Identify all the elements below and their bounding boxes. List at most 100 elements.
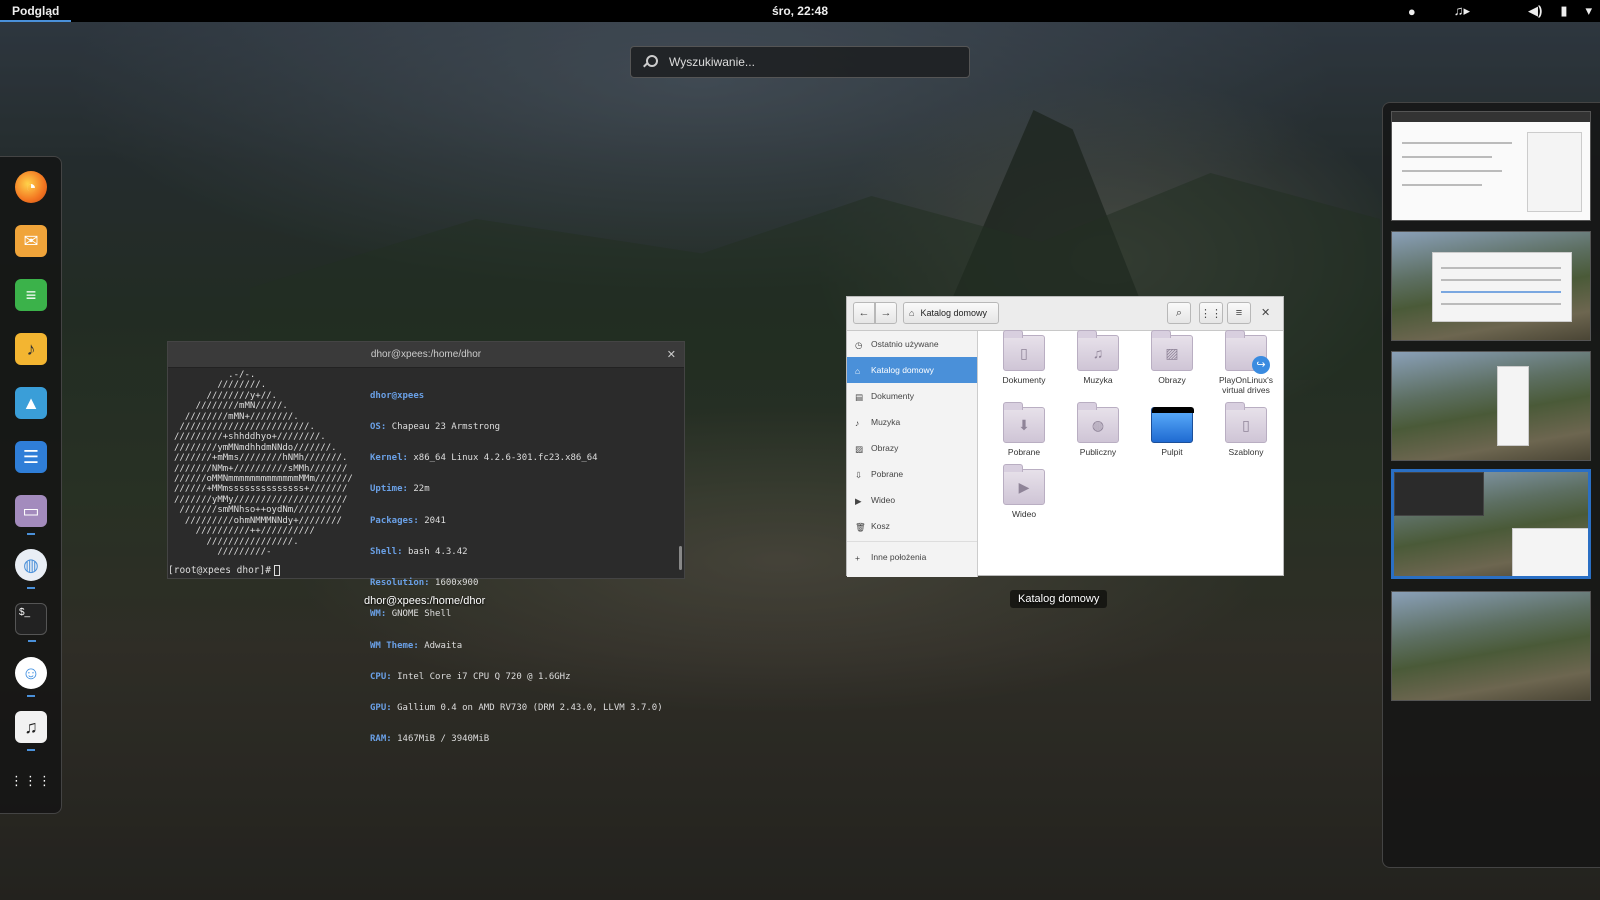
sidebar-item-videos[interactable]: ▶ Wideo bbox=[847, 487, 977, 513]
music-note-icon[interactable]: ♪ bbox=[15, 333, 47, 365]
workspace-thumbnail[interactable] bbox=[1391, 231, 1591, 341]
shell-prompt[interactable]: [root@xpees dhor]# bbox=[168, 565, 280, 576]
clock-icon: ◷ bbox=[855, 339, 863, 350]
workspace-thumbnail-active[interactable] bbox=[1391, 469, 1591, 579]
terminal-icon[interactable]: $_ bbox=[15, 603, 47, 642]
back-button[interactable]: ← bbox=[853, 302, 875, 324]
terminal-titlebar[interactable]: dhor@xpees:/home/dhor ✕ bbox=[168, 342, 684, 368]
sidebar-item-label: Wideo bbox=[871, 495, 896, 505]
running-indicator bbox=[27, 533, 35, 535]
sidebar-item-music[interactable]: ♪ Muzyka bbox=[847, 409, 977, 435]
folder-templates-icon: ▯ bbox=[1225, 402, 1267, 443]
terminal-content[interactable]: .-/-. ////////. ////////y+//. ////////mM… bbox=[168, 368, 684, 744]
close-icon[interactable]: ✕ bbox=[667, 348, 676, 361]
mail-icon[interactable]: ✉ bbox=[15, 225, 47, 257]
sidebar-item-label: Muzyka bbox=[871, 417, 901, 427]
close-icon[interactable]: ✕ bbox=[1261, 306, 1270, 319]
chat-smiley-icon[interactable]: ☺ bbox=[15, 657, 47, 697]
file-item[interactable]: ↪ PlayOnLinux's virtual drives bbox=[1213, 330, 1279, 395]
sidebar-item-label: Inne położenia bbox=[871, 552, 927, 562]
running-indicator bbox=[28, 640, 36, 642]
workspace-thumbnail[interactable] bbox=[1391, 351, 1591, 461]
search-button[interactable]: ⌕ bbox=[1167, 302, 1191, 324]
sidebar-item-documents[interactable]: ▤ Dokumenty bbox=[847, 383, 977, 409]
search-input[interactable]: Wyszukiwanie... bbox=[630, 46, 970, 78]
location-button[interactable]: ⌂ Katalog domowy bbox=[903, 302, 999, 324]
window-thumbnail bbox=[1432, 252, 1572, 322]
screenfetch-info: dhor@xpees OS: Chapeau 23 Armstrong Kern… bbox=[370, 370, 663, 765]
folder-documents-icon: ▯ bbox=[1003, 330, 1045, 371]
grid-view-button[interactable]: ⋮⋮ bbox=[1199, 302, 1223, 324]
folder-download-icon: ⬇ bbox=[1003, 402, 1045, 443]
info-value: 2041 bbox=[424, 515, 446, 526]
file-item[interactable]: ⬇ Pobrane bbox=[991, 402, 1057, 457]
workspace-thumbnail[interactable] bbox=[1391, 111, 1591, 221]
chevron-down-icon[interactable]: ▾ bbox=[1585, 3, 1592, 19]
app-grid-icon[interactable]: ⋮⋮⋮ bbox=[10, 765, 51, 797]
info-value: 1600x900 bbox=[435, 578, 479, 589]
info-value: Intel Core i7 CPU Q 720 @ 1.6GHz bbox=[397, 671, 571, 682]
file-item[interactable]: ◍ Publiczny bbox=[1065, 402, 1131, 457]
info-value: Gallium 0.4 on AMD RV730 (DRM 2.43.0, LL… bbox=[397, 703, 663, 713]
battery-icon[interactable]: ▮ bbox=[1560, 3, 1567, 19]
sidebar-separator bbox=[847, 541, 977, 542]
photos-icon[interactable]: ▲ bbox=[15, 387, 47, 419]
file-item[interactable]: ♫ Muzyka bbox=[1065, 330, 1131, 385]
file-item[interactable]: ▶ Wideo bbox=[991, 464, 1057, 519]
sidebar-item-label: Dokumenty bbox=[871, 391, 914, 401]
forward-button[interactable]: → bbox=[875, 302, 897, 324]
info-value: bash 4.3.42 bbox=[407, 546, 468, 557]
files-window-label[interactable]: Katalog domowy bbox=[1010, 590, 1108, 608]
text-editor-icon[interactable]: ☰ bbox=[15, 441, 47, 473]
sidebar-item-recent[interactable]: ◷ Ostatnio używane bbox=[847, 331, 977, 357]
running-indicator bbox=[27, 749, 35, 751]
thumbnail-line bbox=[1402, 156, 1492, 158]
info-value: Adwaita bbox=[424, 640, 463, 651]
workspace-thumbnail[interactable] bbox=[1391, 591, 1591, 701]
document-green-icon[interactable]: ≡ bbox=[15, 279, 47, 311]
files-window[interactable]: ← → ⌂ Katalog domowy ⌕ ⋮⋮ ≡ ✕ ◷ Ostatnio … bbox=[846, 296, 1284, 577]
globe-icon[interactable]: ◍ bbox=[15, 549, 47, 589]
sidebar-item-pictures[interactable]: ▨ Obrazy bbox=[847, 435, 977, 461]
folder-pictures-icon: ▨ bbox=[1151, 330, 1193, 371]
running-indicator bbox=[27, 695, 35, 697]
sidebar-item-label: Obrazy bbox=[871, 443, 899, 453]
files-icon[interactable]: ▭ bbox=[15, 495, 47, 535]
link-arrow-icon: ↪ bbox=[1252, 356, 1270, 374]
sidebar-item-home[interactable]: ⌂ Katalog domowy bbox=[847, 357, 977, 383]
music-note-white-icon[interactable]: ♫ bbox=[15, 711, 47, 751]
trash-icon: 🗑 bbox=[855, 521, 866, 532]
info-key: Packages: bbox=[370, 515, 419, 526]
file-item[interactable]: Pulpit bbox=[1139, 407, 1205, 457]
home-icon: ⌂ bbox=[855, 365, 861, 376]
file-label: Publiczny bbox=[1079, 447, 1117, 457]
chat-bubble-icon[interactable]: ● bbox=[1408, 4, 1416, 19]
sidebar-item-downloads[interactable]: ⇩ Pobrane bbox=[847, 461, 977, 487]
screenfetch-logo: .-/-. ////////. ////////y+//. ////////mM… bbox=[174, 370, 353, 557]
info-value: GNOME Shell bbox=[391, 609, 452, 620]
menu-button[interactable]: ≡ bbox=[1227, 302, 1251, 324]
file-item[interactable]: ▯ Dokumenty bbox=[991, 330, 1057, 385]
folder-music-icon: ♫ bbox=[1077, 330, 1119, 371]
music-note-icon[interactable]: ♫▸ bbox=[1454, 3, 1470, 19]
sidebar-item-trash[interactable]: 🗑 Kosz bbox=[847, 513, 977, 539]
thumbnail-line bbox=[1441, 267, 1561, 269]
firefox-icon[interactable]: ◔ bbox=[15, 171, 47, 203]
terminal-window-label[interactable]: dhor@xpees:/home/dhor bbox=[356, 592, 493, 610]
terminal-scrollbar[interactable] bbox=[679, 546, 682, 570]
files-thumbnail bbox=[1512, 528, 1588, 576]
file-label: Pobrane bbox=[1007, 447, 1041, 457]
dash: ◔ ✉ ≡ ♪ ▲ ☰ ▭ ◍ $_ ☺ ♫ ⋮⋮⋮ bbox=[0, 156, 62, 814]
activities-button[interactable]: Podgląd bbox=[0, 0, 72, 22]
file-item[interactable]: ▨ Obrazy bbox=[1139, 330, 1205, 385]
thumbnail-line bbox=[1441, 291, 1561, 293]
thumbnail-line bbox=[1441, 303, 1561, 305]
image-icon: ▨ bbox=[855, 443, 864, 454]
speaker-icon[interactable]: ◀) bbox=[1528, 3, 1542, 19]
user-host: dhor@xpees bbox=[370, 390, 425, 401]
terminal-window[interactable]: dhor@xpees:/home/dhor ✕ .-/-. ////////. … bbox=[167, 341, 685, 744]
file-item[interactable]: ▯ Szablony bbox=[1213, 402, 1279, 457]
clock[interactable]: śro, 22:48 bbox=[0, 4, 1600, 18]
sidebar-item-other-locations[interactable]: + Inne położenia bbox=[847, 544, 977, 570]
file-label: Szablony bbox=[1228, 447, 1264, 457]
